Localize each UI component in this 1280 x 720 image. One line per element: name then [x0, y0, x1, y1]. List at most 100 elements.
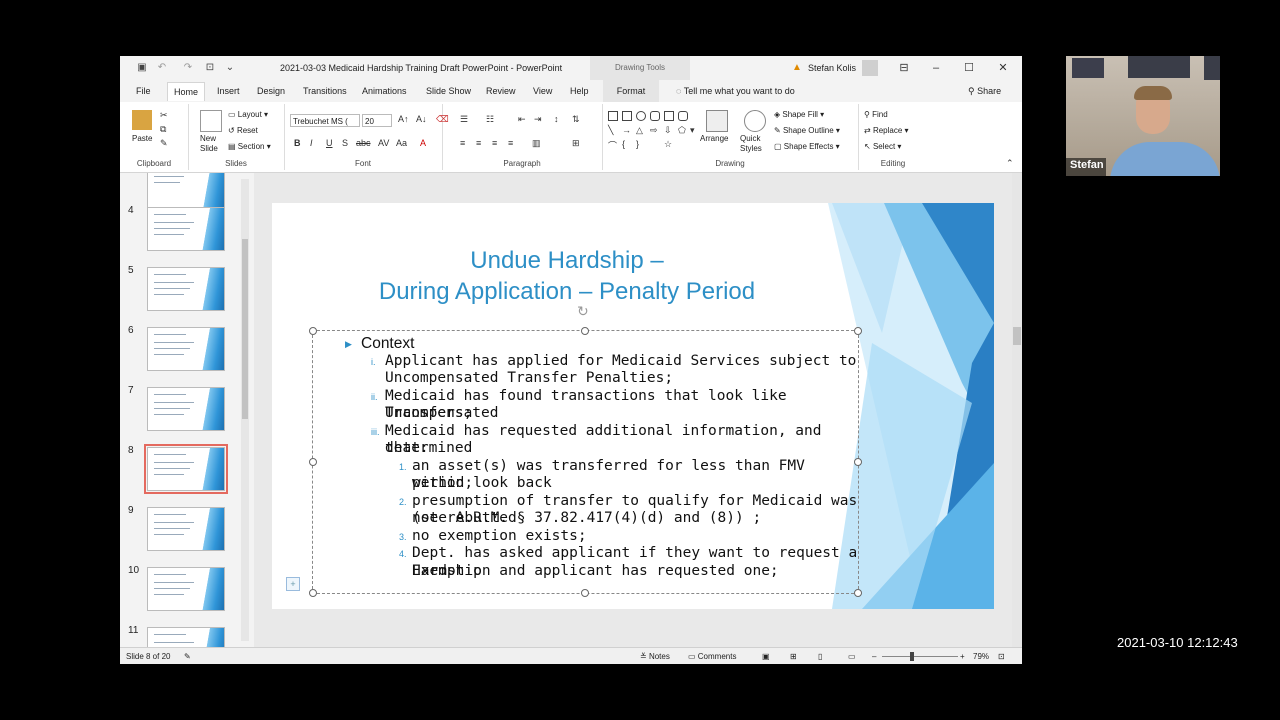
zoom-slider-thumb[interactable] [910, 652, 914, 661]
reset-button[interactable]: ↺ Reset [228, 126, 258, 135]
rectangle-shape-icon[interactable] [622, 111, 632, 121]
tab-design[interactable]: Design [257, 86, 285, 96]
slide-scrollbar[interactable] [1012, 173, 1022, 647]
new-slide-button[interactable]: New Slide [200, 134, 218, 154]
shapes-gallery[interactable]: ╲ → △ ⇨ ⇩ ⬠ ⌒ { } ☆ ▾ [606, 109, 698, 151]
bold-icon[interactable]: B [294, 138, 301, 148]
resize-handle[interactable] [854, 327, 862, 335]
undo-icon[interactable]: ↶ [156, 62, 168, 74]
smart-tag-icon[interactable]: + [286, 577, 300, 591]
right-arrow-shape-icon[interactable]: ⇨ [650, 125, 658, 136]
curve-shape-icon[interactable]: ⌒ [608, 139, 617, 152]
rotate-handle-icon[interactable]: ↻ [577, 303, 589, 320]
align-right-icon[interactable]: ≡ [492, 138, 497, 148]
thumbnails-scroll-thumb[interactable] [242, 239, 248, 419]
quick-styles-button[interactable]: Quick Styles [740, 134, 762, 154]
tab-help[interactable]: Help [570, 86, 589, 96]
layout-button[interactable]: ▭ Layout ▾ [228, 110, 268, 119]
square-shape-icon[interactable] [664, 111, 674, 121]
triangle-shape-icon[interactable]: △ [636, 125, 643, 136]
arrow-shape-icon[interactable]: → [622, 125, 631, 135]
slide-thumbnail[interactable] [147, 327, 225, 371]
accessibility-icon[interactable]: ✎ [184, 648, 191, 664]
increase-indent-icon[interactable]: ⇥ [534, 114, 542, 125]
font-color-icon[interactable]: A [420, 138, 426, 148]
decrease-font-size-icon[interactable]: A↓ [416, 114, 427, 124]
change-case-icon[interactable]: Aa [396, 138, 407, 148]
find-button[interactable]: ⚲ Find [864, 110, 888, 119]
tab-file[interactable]: File [136, 86, 151, 96]
strikethrough-icon[interactable]: abc [356, 138, 371, 148]
star-shape-icon[interactable]: ☆ [664, 139, 672, 150]
collapse-ribbon-icon[interactable]: ⌃ [1006, 158, 1014, 169]
tab-format[interactable]: Format [603, 80, 659, 102]
slide-sorter-icon[interactable]: ⊞ [790, 648, 797, 664]
shape-fill-button[interactable]: ◈ Shape Fill ▾ [774, 110, 824, 119]
resize-handle[interactable] [854, 589, 862, 597]
tab-view[interactable]: View [533, 86, 552, 96]
minimize-button[interactable]: – [928, 60, 944, 76]
align-left-icon[interactable]: ≡ [460, 138, 465, 148]
tell-me-search[interactable]: ◌ Tell me what you want to do [676, 86, 795, 96]
tab-home[interactable]: Home [167, 82, 206, 101]
resize-handle[interactable] [309, 327, 317, 335]
resize-handle[interactable] [309, 458, 317, 466]
bullets-icon[interactable]: ☰ [460, 114, 468, 125]
justify-icon[interactable]: ≡ [508, 138, 513, 148]
section-button[interactable]: ▤ Section ▾ [228, 142, 271, 151]
align-center-icon[interactable]: ≡ [476, 138, 481, 148]
share-button[interactable]: ⚲ Share [968, 86, 1001, 97]
character-spacing-icon[interactable]: AV [378, 138, 389, 148]
comments-button[interactable]: ▭ Comments [688, 648, 736, 664]
bracket-shape-icon[interactable]: } [636, 139, 639, 149]
select-button[interactable]: ↖ Select ▾ [864, 142, 901, 151]
normal-view-icon[interactable]: ▣ [762, 648, 770, 664]
slide-thumbnail[interactable] [147, 507, 225, 551]
maximize-button[interactable]: ☐ [961, 60, 977, 76]
down-arrow-shape-icon[interactable]: ⇩ [664, 125, 672, 136]
font-name-box[interactable]: Trebuchet MS ( [290, 114, 360, 127]
user-name[interactable]: Stefan Kolis [808, 63, 856, 73]
slide-canvas[interactable]: Undue Hardship – During Application – Pe… [272, 203, 994, 609]
copy-icon[interactable]: ⧉ [160, 124, 166, 135]
slide-thumbnail[interactable] [147, 387, 225, 431]
zoom-out-icon[interactable]: – [872, 648, 876, 664]
tab-slide-show[interactable]: Slide Show [426, 86, 471, 96]
underline-icon[interactable]: U [326, 138, 333, 148]
font-size-box[interactable]: 20 [362, 114, 392, 127]
redo-icon[interactable]: ↷ [182, 62, 194, 74]
align-text-icon[interactable]: ⊞ [572, 138, 580, 149]
oval-shape-icon[interactable] [636, 111, 646, 121]
slide-scroll-thumb[interactable] [1013, 327, 1021, 345]
customize-quick-access-icon[interactable]: ⌄ [224, 62, 236, 74]
textbox-shape-icon[interactable] [608, 111, 618, 121]
slide-thumbnail[interactable] [147, 627, 225, 647]
zoom-slider[interactable] [882, 652, 958, 661]
slide-thumbnail[interactable] [147, 567, 225, 611]
tab-animations[interactable]: Animations [362, 86, 407, 96]
paste-button[interactable]: Paste [132, 134, 152, 143]
zoom-level[interactable]: 79% [973, 648, 989, 664]
save-icon[interactable]: ▣ [136, 62, 148, 74]
notes-button[interactable]: ≚ Notes [640, 648, 670, 664]
slide-thumbnail[interactable] [144, 444, 228, 494]
increase-font-size-icon[interactable]: A↑ [398, 114, 409, 124]
reading-view-icon[interactable]: ▯ [818, 648, 822, 664]
close-button[interactable]: ✕ [995, 60, 1011, 76]
rounded-square-shape-icon[interactable] [678, 111, 688, 121]
brace-shape-icon[interactable]: { [622, 139, 625, 149]
shape-effects-button[interactable]: ▢ Shape Effects ▾ [774, 142, 840, 151]
zoom-in-icon[interactable]: + [960, 648, 965, 664]
paste-icon[interactable] [132, 110, 152, 130]
ribbon-display-options-icon[interactable]: ⊟ [896, 60, 912, 76]
arrange-button[interactable]: Arrange [700, 134, 728, 143]
start-from-beginning-icon[interactable]: ⊡ [204, 62, 216, 74]
italic-icon[interactable]: I [310, 138, 313, 148]
slide-title[interactable]: Undue Hardship – During Application – Pe… [272, 245, 862, 307]
cut-icon[interactable]: ✂ [160, 110, 168, 121]
tab-review[interactable]: Review [486, 86, 516, 96]
line-shape-icon[interactable]: ╲ [608, 125, 613, 136]
content-textbox[interactable]: ↻ ▶ Context i. Applicant has applied for Me… [309, 303, 862, 597]
slide-show-icon[interactable]: ▭ [848, 648, 856, 664]
fit-slide-icon[interactable]: ⊡ [998, 648, 1005, 664]
